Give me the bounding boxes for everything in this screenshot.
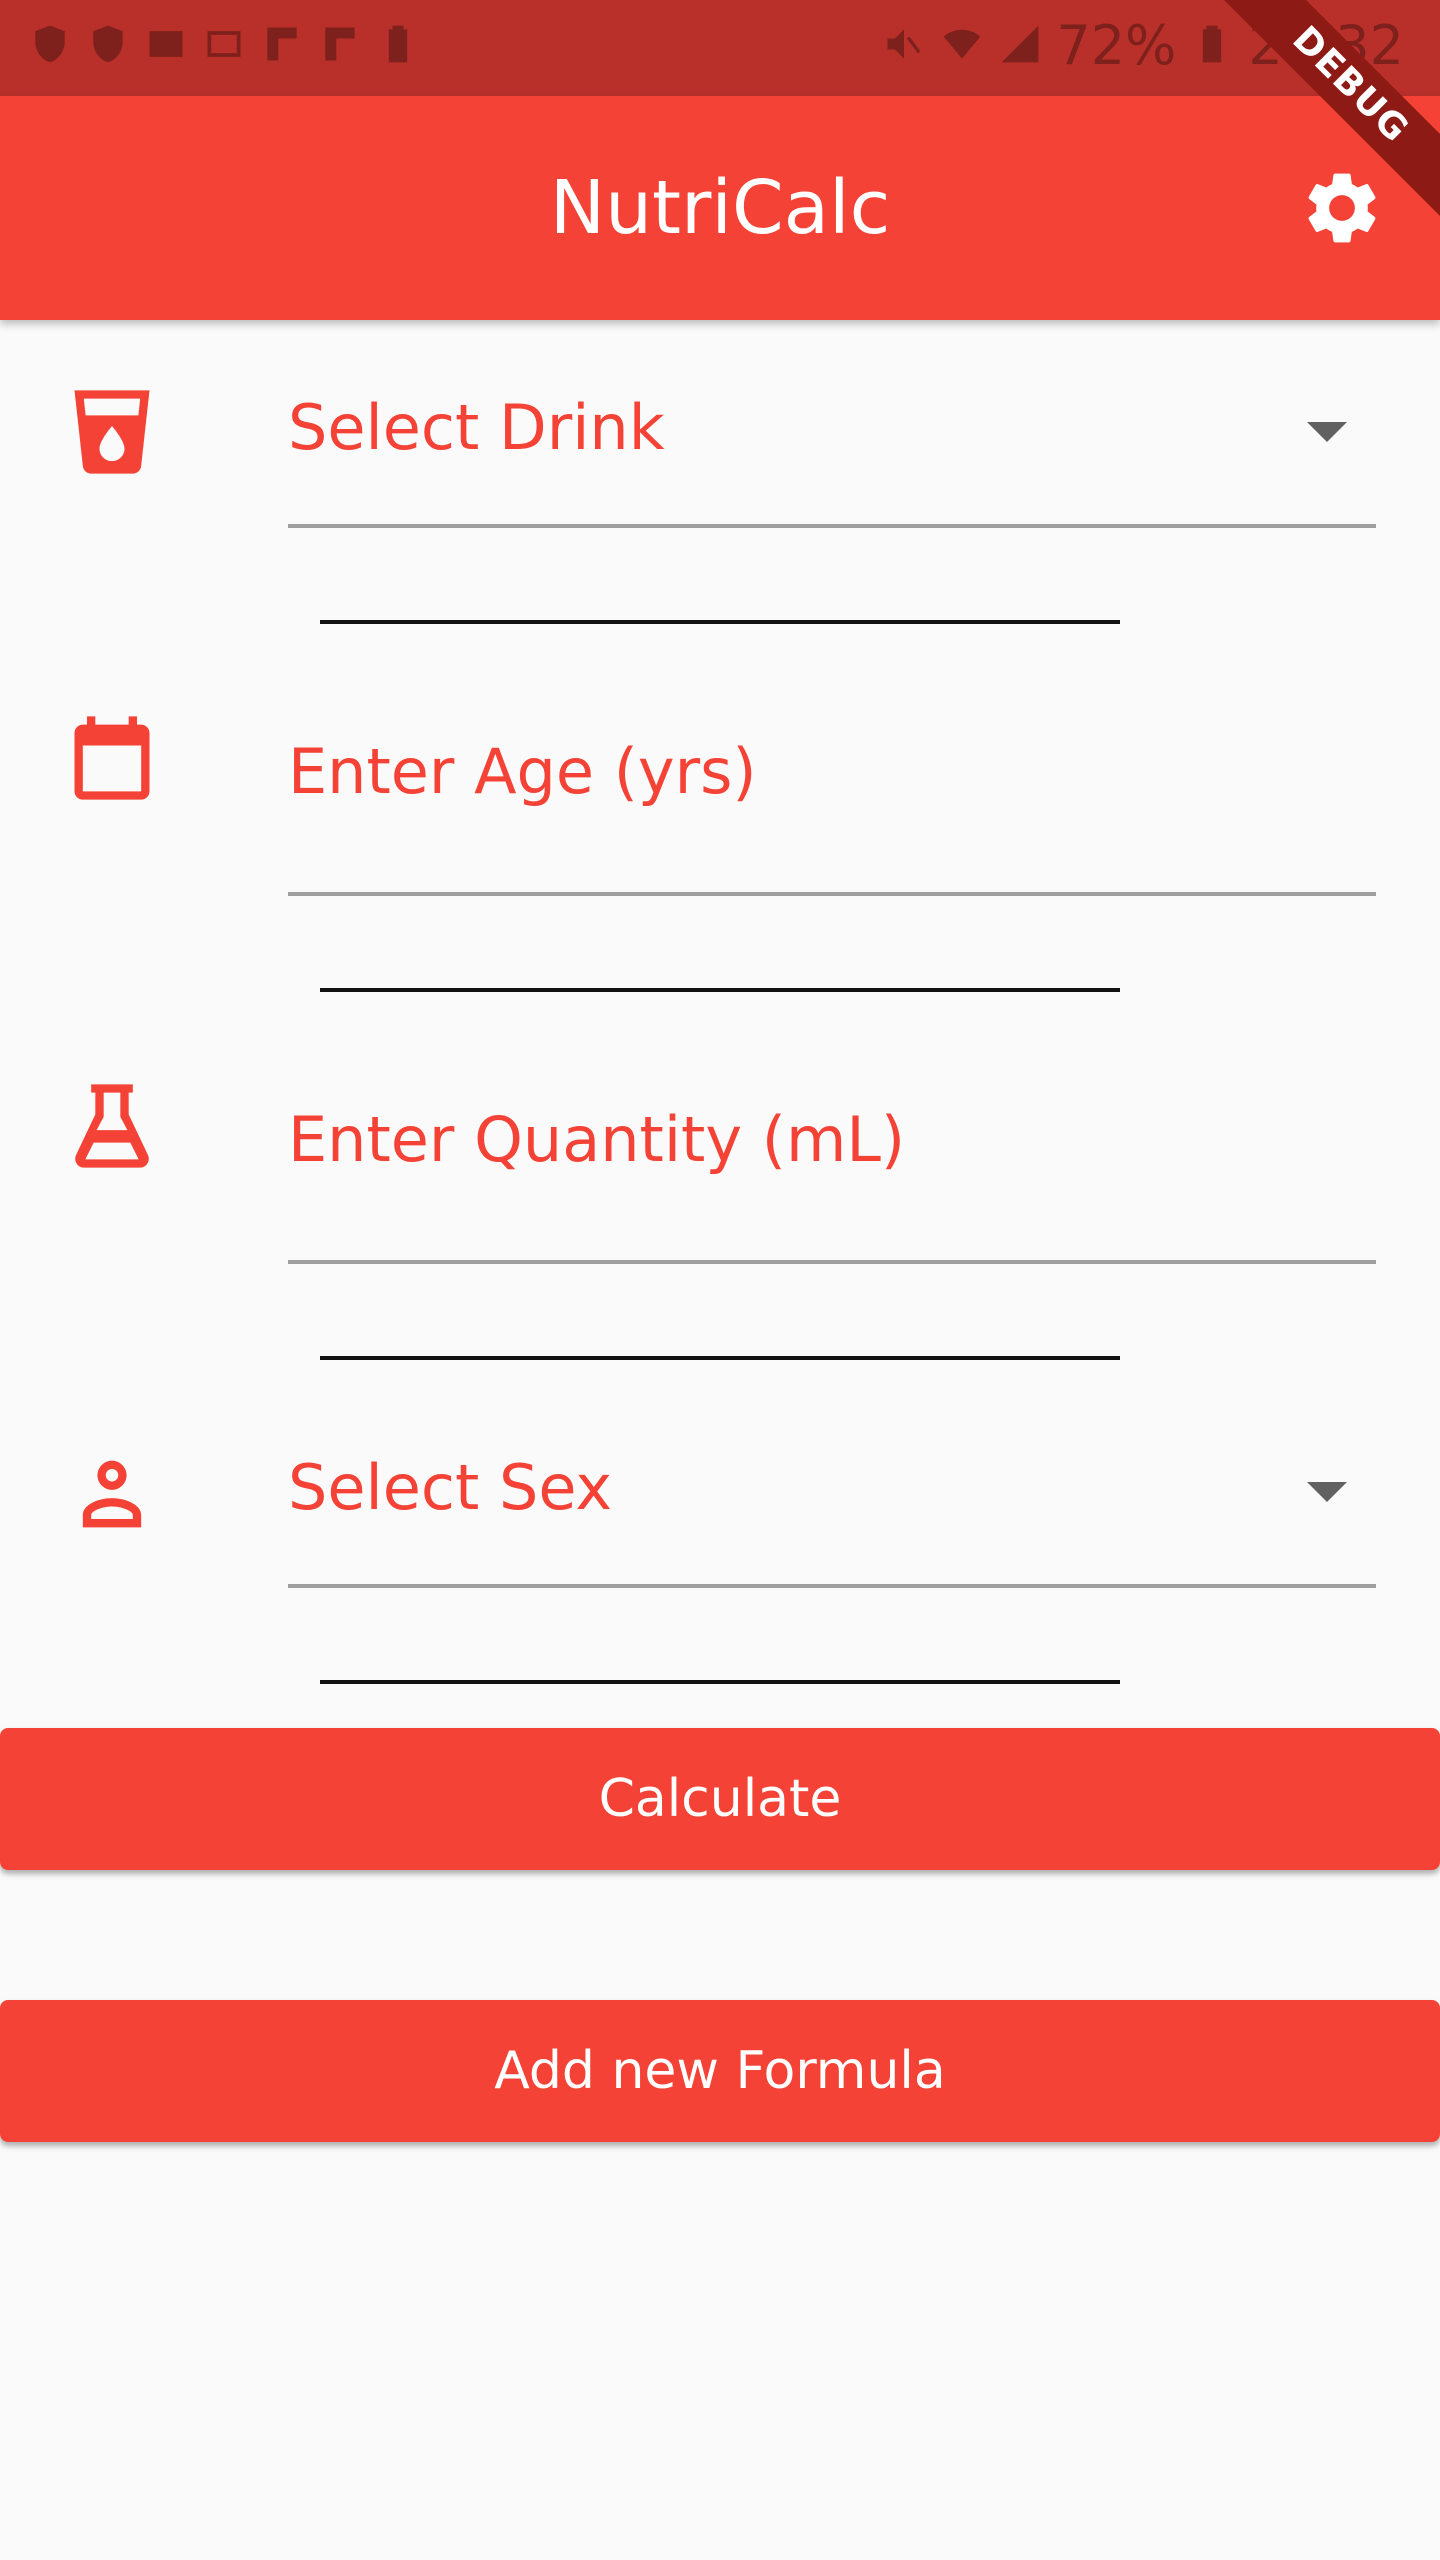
battery-charging-icon (1190, 22, 1234, 70)
settings-button[interactable] (1294, 162, 1390, 258)
inbox-icon (144, 16, 188, 72)
drink-dropdown[interactable]: Select Drink (288, 380, 1376, 530)
page-title: NutriCalc (549, 165, 891, 251)
calculate-button[interactable]: Calculate (0, 1728, 1440, 1870)
chevron-down-icon (1307, 422, 1347, 442)
age-field[interactable]: Enter Age (yrs) (288, 720, 1376, 890)
signal-icon (998, 22, 1042, 70)
battery-percent: 72% (1056, 14, 1177, 77)
add-formula-button[interactable]: Add new Formula (0, 2000, 1440, 2142)
shield-icon (86, 16, 130, 72)
divider (320, 620, 1120, 624)
gear-icon (1299, 165, 1385, 255)
mute-icon (882, 22, 926, 70)
status-bar: 72% 21:32 (0, 0, 1440, 96)
drink-underline (288, 524, 1376, 528)
quantity-underline (288, 1260, 1376, 1264)
notification-icons (28, 16, 420, 72)
flag-icon (260, 16, 304, 72)
quantity-field[interactable]: Enter Quantity (mL) (288, 1088, 1376, 1258)
shield-icon (28, 16, 72, 72)
battery-small-icon (376, 16, 420, 72)
sex-underline (288, 1584, 1376, 1588)
sex-label: Select Sex (288, 1451, 613, 1524)
divider (320, 988, 1120, 992)
divider (320, 1680, 1120, 1684)
flag-icon (318, 16, 362, 72)
cup-icon (62, 382, 162, 482)
calendar-icon (62, 708, 162, 808)
wifi-icon (940, 22, 984, 70)
flask-icon (62, 1076, 162, 1176)
quantity-label: Enter Quantity (mL) (288, 1103, 906, 1176)
age-underline (288, 892, 1376, 896)
divider (320, 1356, 1120, 1360)
chevron-down-icon (1307, 1482, 1347, 1502)
drink-label: Select Drink (288, 391, 665, 464)
mail-icon (202, 16, 246, 72)
person-icon (62, 1444, 162, 1544)
age-label: Enter Age (yrs) (288, 735, 757, 808)
app-bar: NutriCalc (0, 96, 1440, 320)
sex-dropdown[interactable]: Select Sex (288, 1440, 1376, 1590)
